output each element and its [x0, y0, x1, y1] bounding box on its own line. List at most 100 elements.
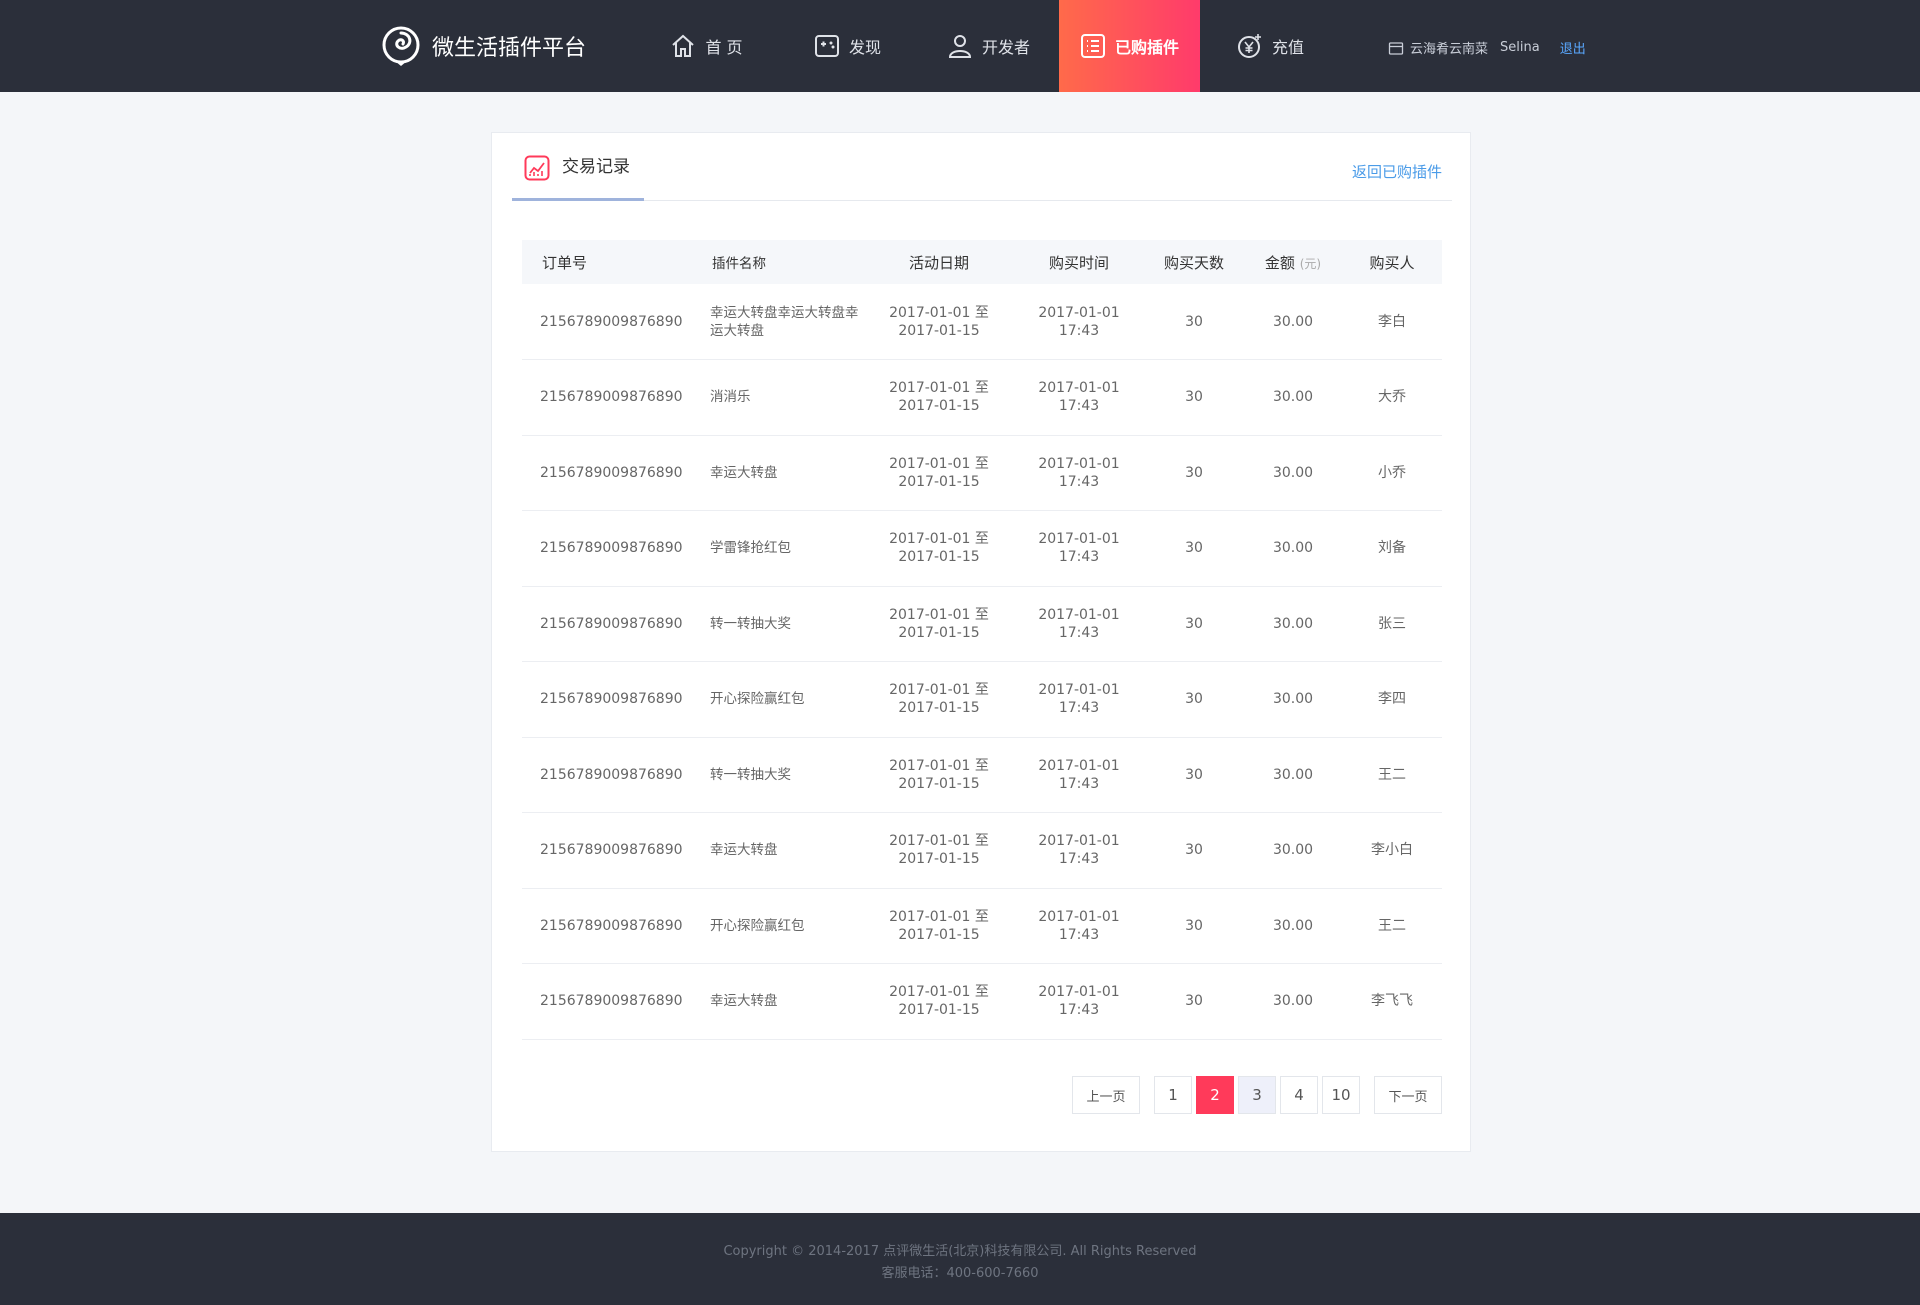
time-clock: 17:43 — [1058, 700, 1100, 717]
amount: 30.00 — [1272, 464, 1314, 481]
nav-label: 发现 — [848, 38, 881, 57]
table-row: 2156789009876890 幸运大转盘幸运大转盘幸运大转盘 2017-01-0… — [522, 284, 1442, 360]
amount: 30.00 — [1272, 615, 1314, 632]
purchase-days: 30 — [1185, 540, 1203, 557]
nav-item-discover[interactable]: 发现 — [777, 0, 918, 92]
time-clock: 17:43 — [1058, 398, 1100, 415]
page-button[interactable]: 4 — [1280, 1076, 1318, 1114]
prev-page-button[interactable]: 上一页 — [1072, 1076, 1140, 1114]
page-button[interactable]: 10 — [1322, 1076, 1360, 1114]
buyer: 刘备 — [1378, 540, 1406, 557]
amount: 30.00 — [1272, 917, 1314, 934]
plugin-name: 幸运大转盘 — [710, 993, 778, 1010]
time-clock: 17:43 — [1058, 549, 1100, 566]
date-start: 2017-01-01 至 — [889, 531, 989, 548]
date-end: 2017-01-15 — [898, 473, 980, 490]
amount: 30.00 — [1272, 389, 1314, 406]
col-time: 购买时间 — [1048, 253, 1109, 272]
date-end: 2017-01-15 — [898, 926, 980, 943]
purchase-days: 30 — [1185, 389, 1203, 406]
page-button[interactable]: 3 — [1238, 1076, 1276, 1114]
col-days: 购买天数 — [1163, 253, 1224, 272]
order-number: 2156789009876890 — [540, 842, 683, 859]
activity-date: 2017-01-01 至 2017-01-15 — [864, 360, 1014, 436]
date-start: 2017-01-01 至 — [889, 908, 989, 925]
col-order: 订单号 — [542, 253, 588, 272]
logout-link[interactable]: 退出 — [1560, 38, 1586, 57]
purchase-days: 30 — [1185, 917, 1203, 934]
purchase-time: 2017-01-01 17:43 — [1014, 586, 1144, 662]
activity-date: 2017-01-01 至 2017-01-15 — [864, 662, 1014, 738]
date-end: 2017-01-15 — [898, 700, 980, 717]
page-button-current[interactable]: 2 — [1196, 1076, 1234, 1114]
nav-item-purchased[interactable]: 已购插件 — [1059, 0, 1200, 92]
amount: 30.00 — [1272, 842, 1314, 859]
date-start: 2017-01-01 至 — [889, 380, 989, 397]
nav-label: 已购插件 — [1114, 38, 1179, 57]
purchase-time: 2017-01-01 17:43 — [1014, 662, 1144, 738]
buyer: 王二 — [1378, 766, 1406, 783]
plugin-name: 转一转抽大奖 — [710, 615, 791, 632]
buyer: 王二 — [1378, 917, 1406, 934]
page-button[interactable]: 1 — [1154, 1076, 1192, 1114]
date-start: 2017-01-01 至 — [889, 757, 989, 774]
next-page-button[interactable]: 下一页 — [1374, 1076, 1442, 1114]
date-end: 2017-01-15 — [898, 1002, 980, 1019]
order-number: 2156789009876890 — [540, 766, 683, 783]
purchase-time: 2017-01-01 17:43 — [1014, 284, 1144, 360]
amount: 30.00 — [1272, 766, 1314, 783]
pagination: 上一页 1 2 3 4 10 下一页 — [1072, 1076, 1446, 1114]
logo[interactable]: 微生活插件平台 — [380, 24, 586, 68]
col-name: 插件名称 — [712, 256, 766, 272]
table-header-row: 订单号 插件名称 活动日期 购买时间 购买天数 金额 (元) 购买人 — [522, 240, 1442, 284]
chart-icon — [524, 155, 550, 181]
purchase-days: 30 — [1185, 313, 1203, 330]
plugin-name: 转一转抽大奖 — [710, 766, 791, 783]
time-date: 2017-01-01 — [1038, 984, 1120, 1001]
buyer: 李小白 — [1371, 842, 1413, 859]
buyer: 大乔 — [1378, 389, 1406, 406]
date-end: 2017-01-15 — [898, 775, 980, 792]
nav-item-recharge[interactable]: 充值 — [1200, 0, 1341, 92]
table-row: 2156789009876890 开心探险赢红包 2017-01-01 至 2017-… — [522, 662, 1442, 738]
plugin-name: 学雷锋抢红包 — [710, 540, 791, 557]
time-clock: 17:43 — [1058, 851, 1100, 868]
back-to-purchased-link[interactable]: 返回已购插件 — [1352, 161, 1442, 182]
activity-date: 2017-01-01 至 2017-01-15 — [864, 435, 1014, 511]
plugin-name: 幸运大转盘 — [710, 464, 778, 481]
card-title: 交易记录 — [562, 157, 630, 177]
buyer: 小乔 — [1378, 464, 1406, 481]
store-icon — [1388, 41, 1404, 55]
time-clock: 17:43 — [1058, 624, 1100, 641]
date-start: 2017-01-01 至 — [889, 682, 989, 699]
tab-transactions[interactable]: 交易记录 — [512, 151, 644, 201]
copyright-text: Copyright © 2014-2017 点评微生活(北京)科技有限公司. A… — [723, 1244, 1197, 1259]
time-date: 2017-01-01 — [1038, 682, 1120, 699]
order-number: 2156789009876890 — [540, 389, 683, 406]
nav-label: 首 页 — [705, 38, 743, 57]
footer: Copyright © 2014-2017 点评微生活(北京)科技有限公司. A… — [0, 1213, 1920, 1305]
col-amount-label: 金额 — [1264, 253, 1295, 272]
nav-item-home[interactable]: 首 页 — [636, 0, 777, 92]
col-buyer: 购买人 — [1369, 253, 1415, 272]
transaction-card: 交易记录 返回已购插件 订单号 插件名称 活动日期 购买时间 购买天数 金额 (… — [491, 132, 1471, 1152]
user-info: 云海肴云南菜 Selina 退出 — [1388, 38, 1586, 57]
date-start: 2017-01-01 至 — [889, 833, 989, 850]
buyer: 张三 — [1378, 615, 1406, 632]
purchase-days: 30 — [1185, 766, 1203, 783]
time-clock: 17:43 — [1058, 926, 1100, 943]
time-clock: 17:43 — [1058, 322, 1100, 339]
activity-date: 2017-01-01 至 2017-01-15 — [864, 586, 1014, 662]
date-start: 2017-01-01 至 — [889, 984, 989, 1001]
top-navbar: 微生活插件平台 首 页 发现 开发者 已购插件 充值 云海肴云南菜 Selina… — [0, 0, 1920, 92]
main-nav: 首 页 发现 开发者 已购插件 充值 — [636, 0, 1341, 92]
nav-item-developer[interactable]: 开发者 — [918, 0, 1059, 92]
purchase-time: 2017-01-01 17:43 — [1014, 888, 1144, 964]
date-start: 2017-01-01 至 — [889, 455, 989, 472]
purchase-days: 30 — [1185, 993, 1203, 1010]
yuan-icon — [1237, 34, 1261, 58]
time-date: 2017-01-01 — [1038, 455, 1120, 472]
purchase-days: 30 — [1185, 615, 1203, 632]
buyer: 李飞飞 — [1371, 993, 1413, 1010]
time-date: 2017-01-01 — [1038, 757, 1120, 774]
